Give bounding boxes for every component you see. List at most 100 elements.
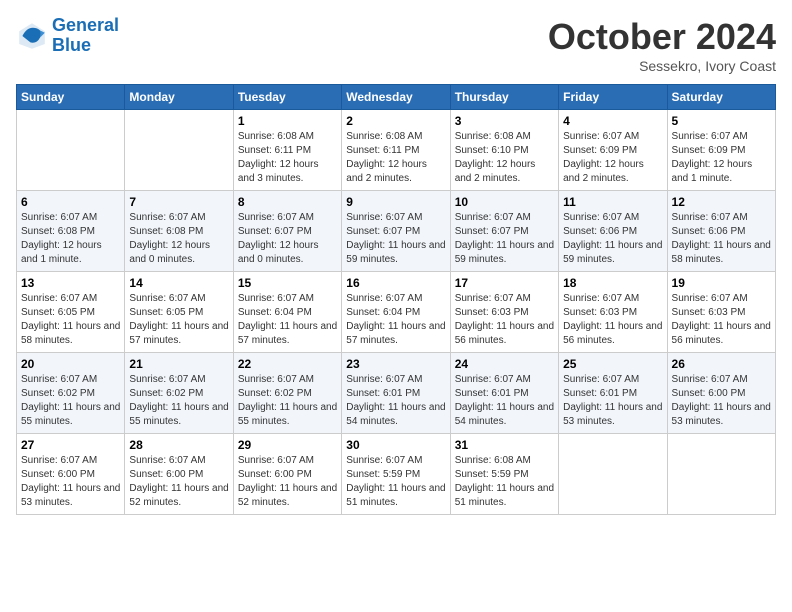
day-info: Sunrise: 6:07 AM Sunset: 6:00 PM Dayligh… xyxy=(21,454,120,510)
location-subtitle: Sessekro, Ivory Coast xyxy=(548,58,776,74)
day-info: Sunrise: 6:07 AM Sunset: 6:00 PM Dayligh… xyxy=(672,373,771,429)
calendar-cell: 27 Sunrise: 6:07 AM Sunset: 6:00 PM Dayli… xyxy=(17,434,125,515)
day-number: 3 xyxy=(455,114,554,128)
day-info: Sunrise: 6:07 AM Sunset: 6:02 PM Dayligh… xyxy=(238,373,337,429)
day-number: 31 xyxy=(455,438,554,452)
calendar-week-2: 6Sunrise: 6:07 AM Sunset: 6:08 PM Daylig… xyxy=(17,191,776,272)
day-info: Sunrise: 6:07 AM Sunset: 6:00 PM Dayligh… xyxy=(238,454,337,510)
day-number: 20 xyxy=(21,357,120,371)
calendar-cell: 23 Sunrise: 6:07 AM Sunset: 6:01 PM Dayli… xyxy=(342,353,450,434)
day-number: 30 xyxy=(346,438,445,452)
day-number: 8 xyxy=(238,195,337,209)
day-number: 11 xyxy=(563,195,662,209)
day-number: 12 xyxy=(672,195,771,209)
day-info: Sunrise: 6:08 AM Sunset: 5:59 PM Dayligh… xyxy=(455,454,554,510)
calendar-cell: 24 Sunrise: 6:07 AM Sunset: 6:01 PM Dayli… xyxy=(450,353,558,434)
calendar-cell: 12 Sunrise: 6:07 AM Sunset: 6:06 PM Dayli… xyxy=(667,191,775,272)
day-info: Sunrise: 6:07 AM Sunset: 6:03 PM Dayligh… xyxy=(672,292,771,348)
day-number: 10 xyxy=(455,195,554,209)
weekday-header-wednesday: Wednesday xyxy=(342,85,450,110)
day-info: Sunrise: 6:07 AM Sunset: 6:07 PM Dayligh… xyxy=(238,211,337,267)
day-info: Sunrise: 6:07 AM Sunset: 5:59 PM Dayligh… xyxy=(346,454,445,510)
day-info: Sunrise: 6:07 AM Sunset: 6:05 PM Dayligh… xyxy=(129,292,228,348)
weekday-header-sunday: Sunday xyxy=(17,85,125,110)
weekday-header-monday: Monday xyxy=(125,85,233,110)
logo-icon xyxy=(16,20,48,52)
calendar-cell xyxy=(667,434,775,515)
calendar-cell: 31 Sunrise: 6:08 AM Sunset: 5:59 PM Dayli… xyxy=(450,434,558,515)
calendar-cell: 13 Sunrise: 6:07 AM Sunset: 6:05 PM Dayli… xyxy=(17,272,125,353)
calendar-cell: 30 Sunrise: 6:07 AM Sunset: 5:59 PM Dayli… xyxy=(342,434,450,515)
day-number: 21 xyxy=(129,357,228,371)
day-number: 26 xyxy=(672,357,771,371)
day-number: 16 xyxy=(346,276,445,290)
calendar-cell: 15 Sunrise: 6:07 AM Sunset: 6:04 PM Dayli… xyxy=(233,272,341,353)
calendar-cell: 17 Sunrise: 6:07 AM Sunset: 6:03 PM Dayli… xyxy=(450,272,558,353)
day-info: Sunrise: 6:07 AM Sunset: 6:07 PM Dayligh… xyxy=(346,211,445,267)
calendar-cell xyxy=(17,110,125,191)
weekday-header-saturday: Saturday xyxy=(667,85,775,110)
day-number: 28 xyxy=(129,438,228,452)
day-number: 17 xyxy=(455,276,554,290)
page-header: General Blue October 2024 Sessekro, Ivor… xyxy=(16,16,776,74)
day-number: 29 xyxy=(238,438,337,452)
day-number: 13 xyxy=(21,276,120,290)
calendar-cell: 28 Sunrise: 6:07 AM Sunset: 6:00 PM Dayli… xyxy=(125,434,233,515)
calendar-week-1: 1 Sunrise: 6:08 AM Sunset: 6:11 PM Daylig… xyxy=(17,110,776,191)
calendar-cell: 11Sunrise: 6:07 AM Sunset: 6:06 PM Dayli… xyxy=(559,191,667,272)
day-info: Sunrise: 6:07 AM Sunset: 6:00 PM Dayligh… xyxy=(129,454,228,510)
day-number: 5 xyxy=(672,114,771,128)
day-number: 18 xyxy=(563,276,662,290)
day-number: 2 xyxy=(346,114,445,128)
calendar-cell: 19Sunrise: 6:07 AM Sunset: 6:03 PM Dayli… xyxy=(667,272,775,353)
weekday-header-friday: Friday xyxy=(559,85,667,110)
day-number: 1 xyxy=(238,114,337,128)
calendar-cell: 29 Sunrise: 6:07 AM Sunset: 6:00 PM Dayli… xyxy=(233,434,341,515)
calendar-cell: 10 Sunrise: 6:07 AM Sunset: 6:07 PM Dayli… xyxy=(450,191,558,272)
logo-text: General Blue xyxy=(52,16,119,56)
day-info: Sunrise: 6:07 AM Sunset: 6:01 PM Dayligh… xyxy=(563,373,662,429)
day-info: Sunrise: 6:08 AM Sunset: 6:10 PM Dayligh… xyxy=(455,130,554,186)
calendar-week-3: 13 Sunrise: 6:07 AM Sunset: 6:05 PM Dayli… xyxy=(17,272,776,353)
weekday-header-thursday: Thursday xyxy=(450,85,558,110)
calendar-cell: 9 Sunrise: 6:07 AM Sunset: 6:07 PM Daylig… xyxy=(342,191,450,272)
weekday-header-tuesday: Tuesday xyxy=(233,85,341,110)
calendar-cell: 20 Sunrise: 6:07 AM Sunset: 6:02 PM Dayli… xyxy=(17,353,125,434)
day-number: 25 xyxy=(563,357,662,371)
calendar-cell: 14 Sunrise: 6:07 AM Sunset: 6:05 PM Dayli… xyxy=(125,272,233,353)
calendar-cell xyxy=(559,434,667,515)
day-number: 7 xyxy=(129,195,228,209)
day-number: 14 xyxy=(129,276,228,290)
day-info: Sunrise: 6:07 AM Sunset: 6:06 PM Dayligh… xyxy=(672,211,771,267)
month-title: October 2024 xyxy=(548,16,776,58)
day-info: Sunrise: 6:07 AM Sunset: 6:01 PM Dayligh… xyxy=(346,373,445,429)
calendar-cell: 22 Sunrise: 6:07 AM Sunset: 6:02 PM Dayli… xyxy=(233,353,341,434)
calendar-cell: 26 Sunrise: 6:07 AM Sunset: 6:00 PM Dayli… xyxy=(667,353,775,434)
day-number: 22 xyxy=(238,357,337,371)
day-number: 6 xyxy=(21,195,120,209)
day-info: Sunrise: 6:07 AM Sunset: 6:05 PM Dayligh… xyxy=(21,292,120,348)
calendar-cell: 7Sunrise: 6:07 AM Sunset: 6:08 PM Daylig… xyxy=(125,191,233,272)
day-number: 4 xyxy=(563,114,662,128)
day-info: Sunrise: 6:07 AM Sunset: 6:03 PM Dayligh… xyxy=(455,292,554,348)
day-info: Sunrise: 6:07 AM Sunset: 6:02 PM Dayligh… xyxy=(21,373,120,429)
weekday-header-row: SundayMondayTuesdayWednesdayThursdayFrid… xyxy=(17,85,776,110)
day-number: 24 xyxy=(455,357,554,371)
day-number: 15 xyxy=(238,276,337,290)
day-info: Sunrise: 6:07 AM Sunset: 6:04 PM Dayligh… xyxy=(238,292,337,348)
day-info: Sunrise: 6:07 AM Sunset: 6:09 PM Dayligh… xyxy=(672,130,771,186)
day-info: Sunrise: 6:07 AM Sunset: 6:01 PM Dayligh… xyxy=(455,373,554,429)
day-number: 9 xyxy=(346,195,445,209)
calendar-cell: 8 Sunrise: 6:07 AM Sunset: 6:07 PM Daylig… xyxy=(233,191,341,272)
day-info: Sunrise: 6:07 AM Sunset: 6:03 PM Dayligh… xyxy=(563,292,662,348)
calendar-cell xyxy=(125,110,233,191)
day-number: 23 xyxy=(346,357,445,371)
day-info: Sunrise: 6:07 AM Sunset: 6:09 PM Dayligh… xyxy=(563,130,662,186)
day-info: Sunrise: 6:08 AM Sunset: 6:11 PM Dayligh… xyxy=(346,130,445,186)
calendar-table: SundayMondayTuesdayWednesdayThursdayFrid… xyxy=(16,84,776,515)
logo: General Blue xyxy=(16,16,119,56)
day-number: 27 xyxy=(21,438,120,452)
calendar-week-4: 20 Sunrise: 6:07 AM Sunset: 6:02 PM Dayli… xyxy=(17,353,776,434)
day-info: Sunrise: 6:07 AM Sunset: 6:07 PM Dayligh… xyxy=(455,211,554,267)
calendar-cell: 2 Sunrise: 6:08 AM Sunset: 6:11 PM Daylig… xyxy=(342,110,450,191)
